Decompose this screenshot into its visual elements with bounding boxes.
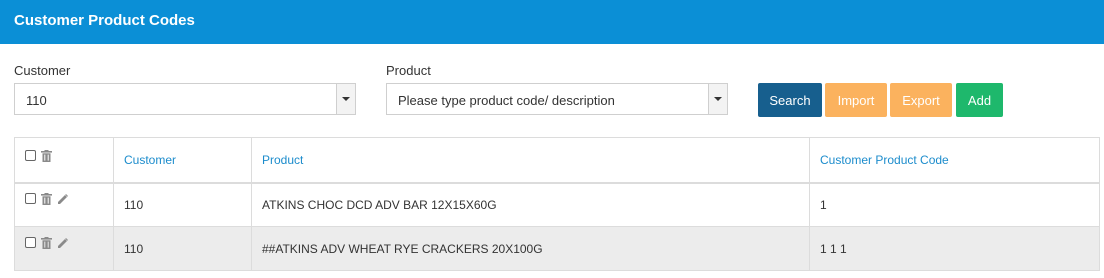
customer-dropdown-toggle[interactable] — [336, 84, 355, 114]
select-all-checkbox[interactable] — [25, 150, 36, 162]
pencil-icon[interactable] — [57, 193, 69, 205]
export-button[interactable]: Export — [890, 83, 952, 117]
header-actions-cell — [14, 137, 114, 184]
chevron-down-icon — [714, 97, 722, 101]
customer-select[interactable]: 110 — [14, 83, 356, 115]
page-header: Customer Product Codes — [0, 0, 1104, 44]
cell-customer: 110 — [113, 226, 252, 271]
trash-icon[interactable] — [41, 149, 52, 162]
row-checkbox[interactable] — [25, 237, 36, 248]
header-product[interactable]: Product — [251, 137, 810, 184]
search-button[interactable]: Search — [758, 83, 822, 117]
cell-customer-product-code: 1 — [809, 182, 1100, 227]
cell-product: ##ATKINS ADV WHEAT RYE CRACKERS 20X100G — [251, 226, 810, 271]
cell-product: ATKINS CHOC DCD ADV BAR 12X15X60G — [251, 182, 810, 227]
trash-icon[interactable] — [41, 236, 52, 249]
customer-select-value: 110 — [26, 93, 47, 108]
pencil-icon[interactable] — [57, 237, 69, 249]
add-button[interactable]: Add — [956, 83, 1003, 117]
cell-customer-product-code: 1 1 1 — [809, 226, 1100, 271]
product-select[interactable]: Please type product code/ description — [386, 83, 728, 115]
cell-customer: 110 — [113, 182, 252, 227]
product-label: Product — [386, 63, 431, 78]
table-row: 110 ##ATKINS ADV WHEAT RYE CRACKERS 20X1… — [14, 226, 1100, 271]
header-customer-product-code[interactable]: Customer Product Code — [809, 137, 1100, 184]
product-codes-table: Customer Product Customer Product Code 1… — [14, 137, 1100, 271]
page-title: Customer Product Codes — [14, 12, 195, 29]
row-actions-cell — [14, 226, 114, 271]
customer-label: Customer — [14, 63, 71, 78]
import-button[interactable]: Import — [825, 83, 887, 117]
product-dropdown-toggle[interactable] — [708, 84, 727, 114]
product-select-placeholder: Please type product code/ description — [398, 93, 615, 108]
row-checkbox[interactable] — [25, 193, 36, 205]
product-codes-table-container: Customer Product Customer Product Code 1… — [14, 137, 1100, 271]
table-row: 110 ATKINS CHOC DCD ADV BAR 12X15X60G 1 — [14, 182, 1100, 227]
table-header-row: Customer Product Customer Product Code — [14, 137, 1100, 184]
trash-icon[interactable] — [41, 192, 52, 205]
header-customer[interactable]: Customer — [113, 137, 252, 184]
chevron-down-icon — [342, 97, 350, 101]
row-actions-cell — [14, 182, 114, 227]
